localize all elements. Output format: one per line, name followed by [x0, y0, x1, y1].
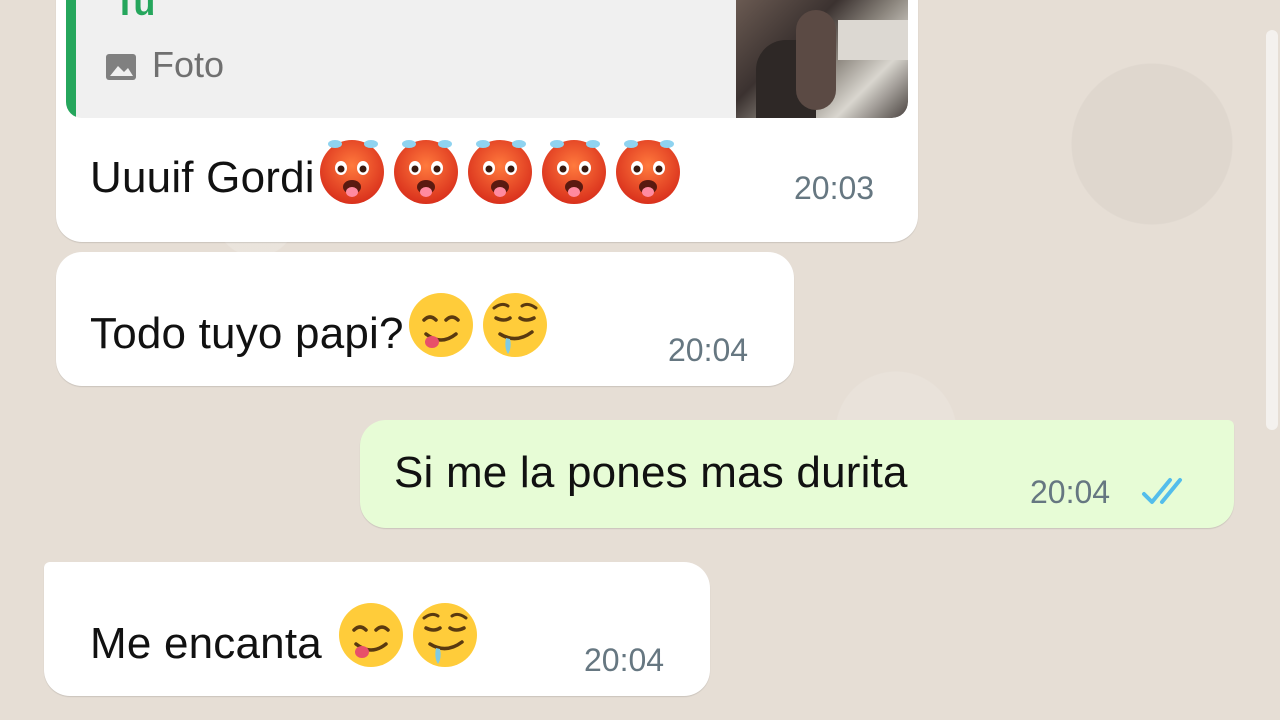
image-icon — [106, 54, 136, 80]
quote-accent-bar — [66, 0, 76, 118]
message-time: 20:04 — [1030, 474, 1111, 510]
read-receipt-icon — [1142, 478, 1182, 504]
quote-author: Tu — [114, 0, 156, 23]
message-text: Todo tuyo papi? — [90, 288, 552, 362]
hot-face-icon — [537, 132, 611, 206]
message-bubble-outgoing[interactable]: Si me la pones mas durita 20:04 — [360, 420, 1234, 528]
quote-photo-thumbnail[interactable] — [736, 0, 908, 118]
yum-face-icon — [404, 288, 478, 362]
scrollbar[interactable] — [1266, 30, 1278, 430]
hot-face-icon — [611, 132, 685, 206]
message-bubble-incoming[interactable]: Todo tuyo papi? 20:04 — [56, 252, 794, 386]
message-bubble-incoming[interactable]: Me encanta 20:04 — [44, 562, 710, 696]
hot-face-icon — [315, 132, 389, 206]
message-text: Uuuif Gordi — [90, 132, 685, 206]
message-time: 20:04 — [584, 642, 665, 678]
yum-face-icon — [334, 598, 408, 672]
message-text: Me encanta — [90, 598, 482, 672]
hot-face-icon — [463, 132, 537, 206]
quoted-message[interactable]: Tu Foto — [66, 0, 908, 118]
drooling-face-icon — [408, 598, 482, 672]
hot-face-icon — [389, 132, 463, 206]
quote-media-label: Foto — [152, 44, 225, 85]
message-time: 20:03 — [794, 170, 875, 206]
message-time: 20:04 — [668, 332, 749, 368]
message-bubble-incoming[interactable]: Tu Foto Uuuif Gordi 20:03 — [56, 0, 918, 242]
drooling-face-icon — [478, 288, 552, 362]
message-text: Si me la pones mas durita — [394, 448, 908, 497]
